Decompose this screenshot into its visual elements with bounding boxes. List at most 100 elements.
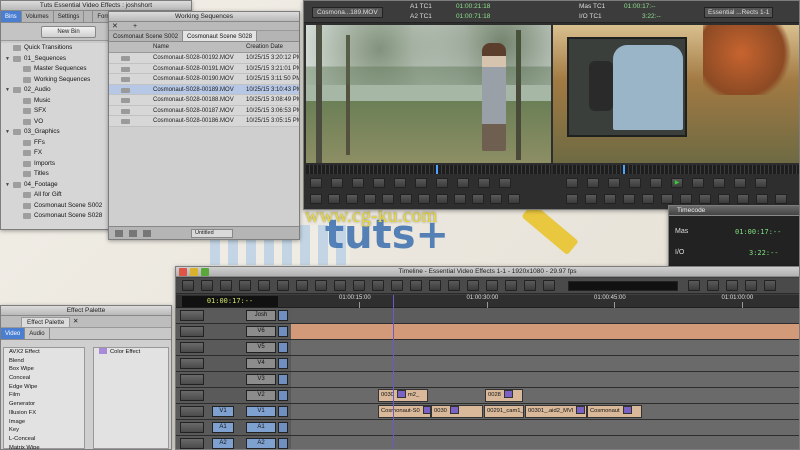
timeline-tool-button[interactable] (467, 280, 479, 291)
bin-view-icon[interactable] (115, 230, 123, 237)
track-monitor-toggle[interactable] (278, 310, 288, 321)
transport-button[interactable] (436, 194, 448, 204)
disclosure-triangle-icon[interactable]: ▼ (5, 180, 10, 191)
transport-button[interactable] (436, 178, 448, 188)
timeline-tool-button[interactable] (745, 280, 757, 291)
transport-button[interactable] (346, 194, 358, 204)
transport-button[interactable] (508, 194, 520, 204)
effect-category-item[interactable]: Matrix Wipe (4, 444, 84, 449)
transport-button[interactable] (490, 194, 502, 204)
timeline-tool-button[interactable] (239, 280, 251, 291)
effect-palette-tab[interactable]: Video (1, 328, 26, 339)
transport-button[interactable] (331, 178, 343, 188)
transport-button[interactable] (418, 194, 430, 204)
clip-row[interactable]: Cosmonaut-S028-00187.MOV 10/25/15 3:06:53… (109, 106, 299, 116)
source-position-bar[interactable] (306, 165, 551, 174)
edit-button[interactable] (604, 194, 616, 204)
close-icon[interactable]: ✕ (112, 22, 118, 31)
track-lane[interactable] (291, 308, 799, 323)
track-selector[interactable]: Josh (246, 310, 276, 321)
timeline-tool-button[interactable] (296, 280, 308, 291)
effect-category-item[interactable]: Illusion FX (4, 409, 84, 418)
disclosure-triangle-icon[interactable]: ▼ (5, 127, 10, 138)
track-monitor-toggle[interactable] (278, 422, 288, 433)
track-monitor-toggle[interactable] (278, 390, 288, 401)
timeline-tool-button[interactable] (353, 280, 365, 291)
effect-palette-tab[interactable]: Audio (25, 328, 50, 339)
effect-category-item[interactable]: Conceal (4, 374, 84, 383)
effect-category-item[interactable]: Generator (4, 400, 84, 409)
new-bin-button[interactable]: New Bin (41, 26, 96, 38)
edit-button[interactable] (661, 194, 673, 204)
track-lane[interactable] (291, 356, 799, 371)
clip-row[interactable]: Cosmonaut-S028-00189.MOV 10/25/15 3:10:43… (109, 84, 299, 95)
source-position-marker[interactable] (436, 165, 438, 174)
timeline-tool-button[interactable] (543, 280, 555, 291)
clip-row[interactable]: Cosmonaut-S028-00186.MOV 10/25/15 3:05:15… (109, 116, 299, 127)
transport-button[interactable] (472, 194, 484, 204)
track-monitor-toggle[interactable] (278, 406, 288, 417)
edit-button[interactable] (585, 194, 597, 204)
edit-button[interactable] (775, 194, 787, 204)
record-position-bar[interactable] (553, 165, 799, 174)
edit-button[interactable] (718, 194, 730, 204)
timeline-clip[interactable]: 0030 (431, 405, 483, 418)
timeline-tool-button[interactable] (410, 280, 422, 291)
effect-item[interactable]: Color Effect (94, 348, 168, 357)
track-tool-icon[interactable] (180, 326, 204, 337)
edit-button[interactable] (566, 194, 578, 204)
bins-tab[interactable] (84, 11, 94, 22)
working-sequences-tab[interactable]: Cosmonaut Scene S002 (109, 31, 184, 41)
timeline-tool-button[interactable] (277, 280, 289, 291)
transport-button[interactable] (373, 178, 385, 188)
timeline-tool-button[interactable] (429, 280, 441, 291)
effect-category-item[interactable]: L-Conceal (4, 435, 84, 444)
timeline-tool-button[interactable] (220, 280, 232, 291)
timeline-tool-button[interactable] (258, 280, 270, 291)
working-sequences-tab[interactable]: Cosmonaut Scene S028 (183, 31, 258, 41)
timeline-tool-button[interactable] (505, 280, 517, 291)
timeline-tool-button[interactable] (524, 280, 536, 291)
track-tool-icon[interactable] (180, 374, 204, 385)
track-tool-icon[interactable] (180, 358, 204, 369)
transport-button[interactable] (755, 178, 767, 188)
bins-tab[interactable]: Settings (54, 11, 85, 22)
track-tool-icon[interactable] (180, 342, 204, 353)
transport-button[interactable] (364, 194, 376, 204)
effect-category-item[interactable]: Key (4, 426, 84, 435)
timeline-tool-button[interactable] (182, 280, 194, 291)
edit-button[interactable] (737, 194, 749, 204)
track-lane[interactable]: Cosmonaut-S0 0030 00291_cam1_MV 00301_.aid2… (291, 404, 799, 419)
edit-button[interactable] (623, 194, 635, 204)
transport-button[interactable] (310, 194, 322, 204)
track-selector[interactable]: V6 (246, 326, 276, 337)
transport-button[interactable] (328, 194, 340, 204)
effect-category-item[interactable]: Box Wipe (4, 365, 84, 374)
transport-button[interactable] (629, 178, 641, 188)
record-position-marker[interactable] (623, 165, 625, 174)
transport-button[interactable] (457, 178, 469, 188)
timeline-tool-button[interactable] (372, 280, 384, 291)
timeline-tool-button[interactable] (391, 280, 403, 291)
edit-button[interactable] (642, 194, 654, 204)
track-monitor-toggle[interactable] (278, 342, 288, 353)
source-clip-name[interactable]: Cosmona...189.MOV (312, 7, 383, 18)
effect-category-item[interactable]: Edge Wipe (4, 383, 84, 392)
timeline-tool-button[interactable] (201, 280, 213, 291)
transport-button[interactable] (310, 178, 322, 188)
track-tool-icon[interactable] (180, 390, 204, 401)
track-lane[interactable] (291, 324, 799, 339)
track-selector[interactable]: V5 (246, 342, 276, 353)
timeline-clip[interactable]: Cosmonaut (587, 405, 642, 418)
track-selector[interactable]: V4 (246, 358, 276, 369)
frame-view-icon[interactable] (129, 230, 137, 237)
clip-row[interactable]: Cosmonaut-S028-00192.MOV 10/25/15 3:20:12… (109, 53, 299, 64)
script-view-icon[interactable] (143, 230, 151, 237)
track-selector[interactable]: A1 (246, 422, 276, 433)
edit-button[interactable] (680, 194, 692, 204)
track-monitor-toggle[interactable] (278, 438, 288, 449)
timeline-tool-button[interactable] (315, 280, 327, 291)
clip-row[interactable]: Cosmonaut-S028-00188.MOV 10/25/15 3:08:49… (109, 95, 299, 106)
timeline-clip[interactable]: 0030 m2_ (378, 389, 428, 402)
transport-button[interactable] (454, 194, 466, 204)
